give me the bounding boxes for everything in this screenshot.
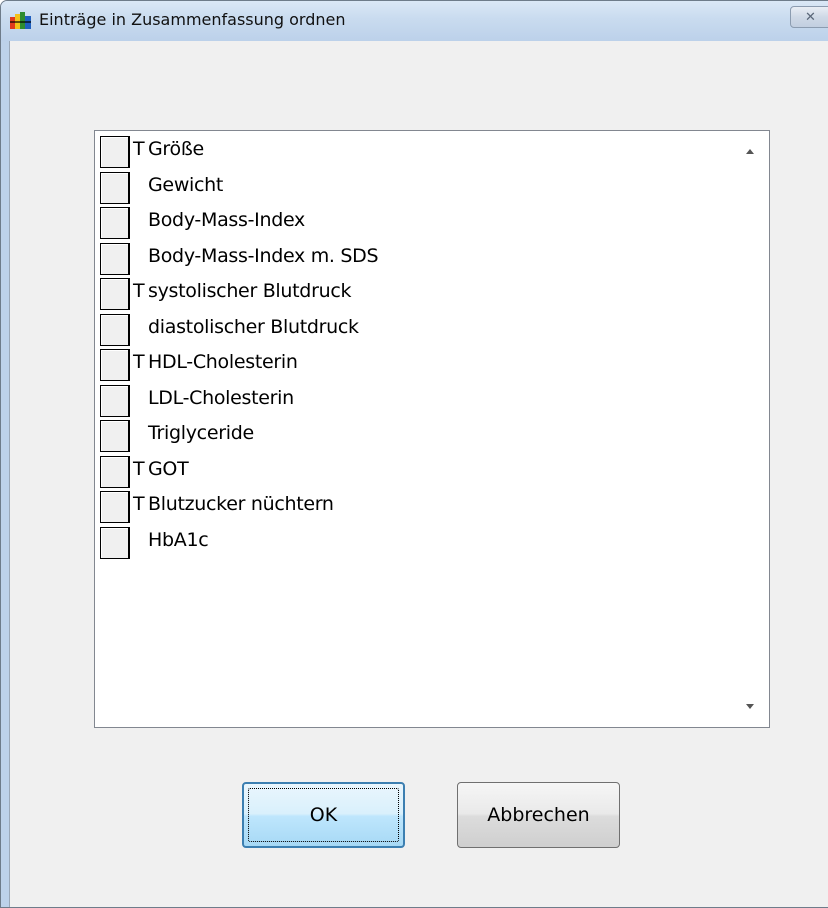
item-checkbox[interactable] xyxy=(100,207,130,239)
item-label: LDL-Cholesterin xyxy=(148,386,294,409)
item-checkbox[interactable] xyxy=(100,313,130,346)
list-item[interactable]: T GOT xyxy=(95,451,735,488)
list-item[interactable]: Tsystolischer Blutdruck xyxy=(95,273,735,310)
focus-ring xyxy=(248,788,399,842)
item-checkbox[interactable] xyxy=(100,455,130,488)
item-label: HbA1c xyxy=(148,528,209,551)
list-item[interactable]: HbA1c xyxy=(95,522,735,559)
ok-button[interactable]: OK xyxy=(242,782,405,848)
item-label: Gewicht xyxy=(148,173,224,196)
window-title: Einträge in Zusammenfassung ordnen xyxy=(39,10,346,29)
item-label: Triglyceride xyxy=(148,422,254,444)
item-flag: T xyxy=(133,493,145,515)
list-item[interactable]: Gewicht xyxy=(95,167,735,204)
list-item[interactable]: T Blutzucker nüchtern xyxy=(95,486,735,523)
app-icon xyxy=(10,12,31,29)
cancel-button[interactable]: Abbrechen xyxy=(457,782,620,848)
item-label: GOT xyxy=(148,457,189,480)
list-item[interactable]: diastolischer Blutdruck xyxy=(95,309,735,346)
item-checkbox[interactable] xyxy=(100,491,130,523)
list-item[interactable]: LDL-Cholesterin xyxy=(95,380,735,417)
item-label: Größe xyxy=(148,138,204,160)
item-checkbox[interactable] xyxy=(100,278,130,310)
item-checkbox[interactable] xyxy=(100,171,130,204)
scroll-down-arrow-icon[interactable] xyxy=(746,704,754,709)
item-checkbox[interactable] xyxy=(100,420,130,452)
item-flag: T xyxy=(133,138,145,160)
scroll-up-arrow-icon[interactable] xyxy=(746,149,754,154)
list-item[interactable]: T Größe xyxy=(95,131,735,168)
item-flag: T xyxy=(133,280,145,302)
item-label: systolischer Blutdruck xyxy=(148,280,352,302)
item-label: Body-Mass-Index xyxy=(148,209,305,231)
item-checkbox[interactable] xyxy=(100,136,130,168)
vertical-scrollbar[interactable] xyxy=(736,131,769,727)
list-item[interactable]: Body-Mass-Index xyxy=(95,202,735,239)
close-button[interactable]: ✕ xyxy=(790,6,828,28)
list-items: T Größe Gewicht Body-Mass-Index Body-Mass-In… xyxy=(95,131,735,559)
item-flag: T xyxy=(133,351,145,373)
item-checkbox[interactable] xyxy=(100,349,130,381)
item-checkbox[interactable] xyxy=(100,526,130,559)
list-item[interactable]: Triglyceride xyxy=(95,415,735,452)
item-label: HDL-Cholesterin xyxy=(148,351,298,373)
item-label: diastolischer Blutdruck xyxy=(148,315,359,338)
checkbox-list[interactable]: T Größe Gewicht Body-Mass-Index Body-Mass-In… xyxy=(94,130,770,728)
title-bar[interactable]: Einträge in Zusammenfassung ordnen ✕ xyxy=(1,1,828,41)
item-label: Blutzucker nüchtern xyxy=(148,493,334,515)
dialog-window: Einträge in Zusammenfassung ordnen ✕ T Gr… xyxy=(0,0,828,908)
item-checkbox[interactable] xyxy=(100,242,130,275)
item-checkbox[interactable] xyxy=(100,384,130,417)
list-item[interactable]: T HDL-Cholesterin xyxy=(95,344,735,381)
cancel-button-label: Abbrechen xyxy=(487,804,590,826)
dialog-client-area: T Größe Gewicht Body-Mass-Index Body-Mass-In… xyxy=(9,41,828,907)
item-label: Body-Mass-Index m. SDS xyxy=(148,244,379,267)
item-flag: T xyxy=(133,457,145,480)
list-item[interactable]: Body-Mass-Index m. SDS xyxy=(95,238,735,275)
close-icon: ✕ xyxy=(805,10,816,25)
